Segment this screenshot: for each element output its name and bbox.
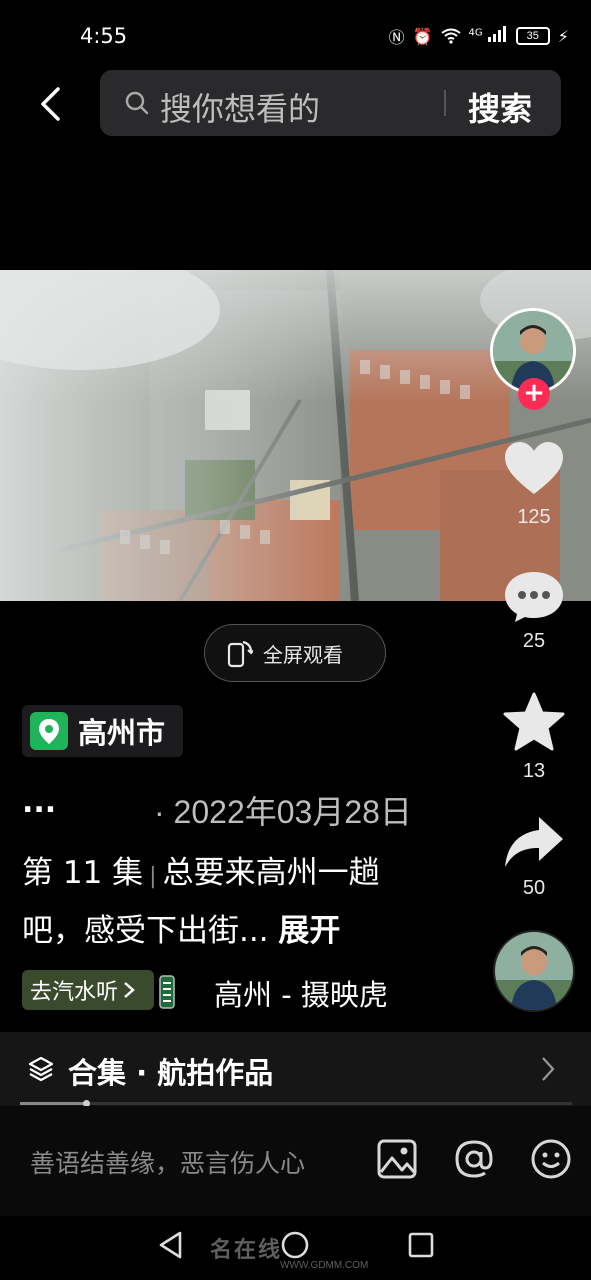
search-input[interactable]: 搜你想看的 bbox=[160, 84, 320, 130]
collection-bar[interactable]: 合集 · 航拍作品 bbox=[0, 1032, 591, 1106]
image-icon[interactable] bbox=[376, 1138, 418, 1180]
music-line: 去汽水听 高州 - 摄映虎 bbox=[22, 970, 432, 1012]
status-icons: Ⓝ ⏰ 4G 35 ⚡ bbox=[389, 24, 569, 48]
status-bar: 4:55 Ⓝ ⏰ 4G 35 ⚡ bbox=[0, 0, 591, 70]
system-nav-bar: 名在线 WWW.GDMM.COM bbox=[0, 1216, 591, 1280]
back-button[interactable] bbox=[30, 82, 70, 126]
expand-button[interactable]: 展开 bbox=[278, 913, 340, 949]
video-caption[interactable]: 第 11 集 | 总要来高州一趟吧，感受下出街... 展开 bbox=[22, 846, 432, 958]
share-button[interactable]: 50 bbox=[494, 815, 574, 900]
at-mention-icon[interactable] bbox=[453, 1138, 495, 1180]
episode-label: 第 11 集 bbox=[22, 855, 144, 891]
search-button[interactable]: 搜索 bbox=[468, 84, 532, 130]
author-name[interactable]: ... bbox=[22, 785, 56, 820]
signal-icon: 4G bbox=[469, 26, 508, 46]
progress-fill bbox=[20, 1102, 87, 1105]
comment-bubble-icon bbox=[505, 572, 563, 622]
music-title[interactable]: 高州 - 摄映虎 bbox=[214, 972, 388, 1014]
search-bar[interactable]: 搜你想看的 搜索 bbox=[100, 70, 561, 136]
favorite-button[interactable]: 13 bbox=[494, 692, 574, 783]
post-date: · 2022年03月28日 bbox=[154, 794, 412, 830]
network-type: 4G bbox=[468, 27, 483, 39]
comment-input[interactable]: 善语结善缘，恶言伤人心 bbox=[30, 1144, 305, 1180]
comment-button[interactable]: 25 bbox=[494, 570, 574, 653]
nav-home-icon[interactable] bbox=[280, 1230, 310, 1260]
follow-button[interactable]: + bbox=[518, 378, 550, 410]
battery-icon: 35 bbox=[515, 27, 550, 45]
caption-separator: | bbox=[149, 864, 157, 889]
share-arrow-icon bbox=[505, 817, 563, 867]
author-line: ... · 2022年03月28日 bbox=[22, 785, 442, 830]
location-pin-icon bbox=[30, 712, 68, 750]
location-label: 高州市 bbox=[78, 716, 166, 750]
like-count: 125 bbox=[517, 506, 551, 528]
chevron-right-icon bbox=[124, 982, 135, 998]
charging-icon: ⚡ bbox=[557, 26, 569, 46]
wifi-icon bbox=[440, 28, 461, 44]
watermark-url: WWW.GDMM.COM bbox=[280, 1260, 369, 1271]
status-time: 4:55 bbox=[80, 24, 128, 48]
music-cover-photo bbox=[495, 932, 573, 1010]
location-tag[interactable]: 高州市 bbox=[22, 705, 183, 757]
like-button[interactable]: 125 bbox=[494, 440, 574, 529]
comment-bar: 善语结善缘，恶言伤人心 bbox=[0, 1106, 591, 1216]
rotate-screen-icon bbox=[227, 640, 253, 668]
favorite-count: 13 bbox=[522, 760, 546, 782]
music-disc[interactable] bbox=[493, 930, 575, 1012]
collection-label: 合集 · 航拍作品 bbox=[68, 1056, 274, 1090]
search-divider bbox=[444, 90, 446, 116]
listen-chip-label: 去汽水听 bbox=[30, 980, 119, 1005]
share-count: 50 bbox=[522, 877, 546, 899]
video-progress-bar[interactable] bbox=[20, 1100, 572, 1107]
app-logo-icon bbox=[159, 975, 175, 1009]
nav-back-icon[interactable] bbox=[156, 1230, 186, 1260]
nav-recents-icon[interactable] bbox=[406, 1230, 436, 1260]
layers-icon bbox=[28, 1056, 54, 1082]
listen-in-app-chip[interactable]: 去汽水听 bbox=[22, 970, 154, 1010]
heart-icon bbox=[505, 442, 563, 494]
chevron-right-icon bbox=[542, 1057, 555, 1081]
nfc-icon: Ⓝ bbox=[388, 28, 405, 47]
alarm-icon: ⏰ bbox=[412, 26, 433, 46]
watermark: 名在线 bbox=[210, 1238, 283, 1263]
fullscreen-label: 全屏观看 bbox=[263, 642, 343, 667]
star-icon bbox=[503, 692, 565, 751]
search-icon bbox=[125, 91, 149, 115]
chevron-left-icon bbox=[41, 87, 60, 121]
fullscreen-button[interactable]: 全屏观看 bbox=[204, 624, 386, 682]
comment-count: 25 bbox=[522, 630, 546, 652]
emoji-icon[interactable] bbox=[530, 1138, 572, 1180]
